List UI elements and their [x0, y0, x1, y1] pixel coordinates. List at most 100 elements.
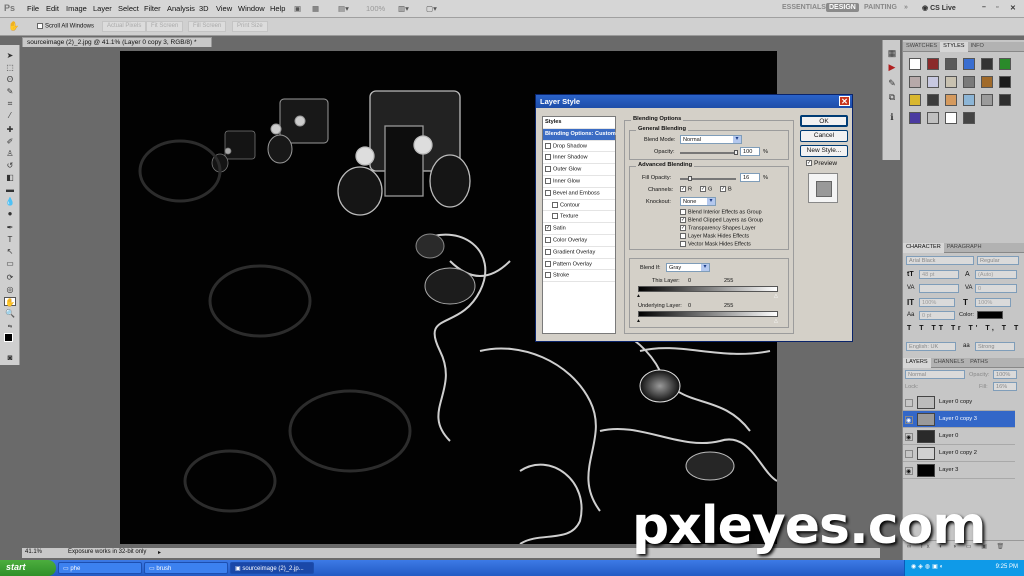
document-tab[interactable]: sourceimage (2)_2.jpg @ 41.1% (Layer 0 c…	[22, 37, 212, 47]
hand-tool-icon[interactable]: ✋	[8, 21, 19, 32]
blend-mode-select[interactable]: Normal	[680, 135, 742, 144]
task-phe[interactable]: ▭ phe	[58, 562, 142, 574]
tab-character[interactable]: CHARACTER	[903, 243, 944, 253]
task-brush[interactable]: ▭ brush	[144, 562, 228, 574]
vertical-scale-field[interactable]: 100%	[919, 298, 955, 307]
move-tool-icon[interactable]: ➤	[4, 51, 16, 60]
tab-channels[interactable]: CHANNELS	[931, 358, 967, 368]
text-color-swatch[interactable]	[977, 311, 1003, 319]
quick-mask-icon[interactable]: ◙	[4, 353, 16, 362]
style-swatch[interactable]	[999, 94, 1011, 106]
dodge-tool-icon[interactable]: ●	[4, 209, 16, 218]
zoom-level[interactable]: 100%	[366, 4, 385, 13]
style-item[interactable]: Inner Glow	[543, 176, 615, 188]
visibility-eye-icon[interactable]	[905, 450, 913, 458]
menu-filter[interactable]: Filter	[144, 4, 161, 13]
style-swatch[interactable]	[909, 112, 921, 124]
close-window-icon[interactable]: ✕	[1010, 4, 1016, 12]
menu-edit[interactable]: Edit	[46, 4, 59, 13]
leading-field[interactable]: (Auto)	[975, 270, 1017, 279]
layer-row[interactable]: ◉ Layer 0	[903, 428, 1015, 445]
style-item[interactable]: Gradient Overlay	[543, 247, 615, 259]
style-item[interactable]: Bevel and Emboss	[543, 188, 615, 200]
tray-icons[interactable]: ◉◈◍▣◐	[911, 563, 945, 570]
slider-white-thumb[interactable]: △	[774, 293, 778, 299]
menu-view[interactable]: View	[216, 4, 232, 13]
style-item[interactable]: Drop Shadow	[543, 141, 615, 153]
style-swatch[interactable]	[927, 76, 939, 88]
stamp-tool-icon[interactable]: ♙	[4, 149, 16, 158]
language-select[interactable]: English: UK	[906, 342, 956, 351]
menu-window[interactable]: Window	[238, 4, 265, 13]
tab-swatches[interactable]: SWATCHES	[903, 42, 940, 52]
tab-layers[interactable]: LAYERS	[903, 358, 931, 368]
actions-icon[interactable]: ▶	[887, 62, 897, 72]
scroll-all-windows-checkbox[interactable]: Scroll All Windows	[37, 23, 94, 30]
channel-b-checkbox[interactable]: ✓ B	[720, 186, 732, 192]
blur-tool-icon[interactable]: 💧	[4, 197, 16, 206]
text-style-buttons[interactable]: T T TT Tr T' T, T T	[907, 325, 1021, 332]
style-swatch[interactable]	[945, 76, 957, 88]
mini-bridge-icon[interactable]: ▦	[312, 4, 319, 13]
restore-icon[interactable]: ▫	[996, 4, 998, 11]
workspace-essentials[interactable]: ESSENTIALS	[782, 4, 826, 11]
style-item[interactable]: Outer Glow	[543, 164, 615, 176]
fill-opacity-field[interactable]: 16	[740, 173, 760, 182]
minimize-icon[interactable]: –	[982, 4, 986, 11]
visibility-eye-icon[interactable]: ◉	[905, 467, 913, 475]
fill-opacity-slider-thumb[interactable]	[688, 176, 692, 181]
bridge-icon[interactable]: ▣	[294, 4, 301, 13]
slider-black-thumb[interactable]: ▲	[636, 293, 641, 299]
kerning-field[interactable]	[919, 284, 959, 293]
menu-layer[interactable]: Layer	[93, 4, 112, 13]
style-swatch[interactable]	[945, 94, 957, 106]
underlying-layer-gradient-slider[interactable]	[638, 311, 778, 317]
layer-row[interactable]: ◉ Layer 3	[903, 462, 1015, 479]
history-icon[interactable]: ▦	[887, 48, 897, 58]
slider-black-thumb[interactable]: ▲	[636, 318, 641, 324]
dialog-titlebar[interactable]: Layer Style ✕	[536, 95, 852, 108]
fill-screen-button[interactable]: Fill Screen	[188, 21, 227, 32]
zoom-readout[interactable]: 41.1%	[25, 549, 42, 555]
advanced-checkbox[interactable]: ✓ Blend Clipped Layers as Group	[680, 217, 788, 225]
menu-file[interactable]: File	[27, 4, 39, 13]
tab-paragraph[interactable]: PARAGRAPH	[944, 243, 985, 253]
layer-opacity-field[interactable]: 100%	[993, 370, 1017, 379]
close-icon[interactable]: ✕	[839, 96, 850, 106]
advanced-checkbox[interactable]: Vector Mask Hides Effects	[680, 241, 788, 249]
brush-tool-icon[interactable]: ✐	[4, 137, 16, 146]
style-swatch[interactable]	[927, 58, 939, 70]
hand-tool-icon[interactable]: ✋	[4, 297, 16, 307]
lasso-tool-icon[interactable]: ʘ	[4, 75, 16, 84]
style-swatch[interactable]	[981, 76, 993, 88]
healing-tool-icon[interactable]: ✚	[4, 125, 16, 134]
history-brush-icon[interactable]: ↺	[4, 161, 16, 170]
tracking-field[interactable]: 0	[975, 284, 1017, 293]
this-layer-gradient-slider[interactable]	[638, 286, 778, 292]
workspace-design[interactable]: DESIGN	[826, 3, 859, 12]
eraser-tool-icon[interactable]: ◧	[4, 173, 16, 182]
cs-live-button[interactable]: ◉ CS Live	[922, 4, 956, 12]
style-swatch[interactable]	[999, 76, 1011, 88]
style-swatch[interactable]	[963, 76, 975, 88]
print-size-button[interactable]: Print Size	[232, 21, 268, 32]
menu-analysis[interactable]: Analysis	[167, 4, 195, 13]
advanced-checkbox[interactable]: Blend Interior Effects as Group	[680, 209, 788, 217]
pen-tool-icon[interactable]: ✒	[4, 223, 16, 232]
type-tool-icon[interactable]: T	[4, 235, 16, 244]
style-item[interactable]: Color Overlay	[543, 235, 615, 247]
ok-button[interactable]: OK	[800, 115, 848, 127]
opacity-field[interactable]: 100	[740, 147, 760, 156]
style-swatch[interactable]	[927, 94, 939, 106]
arrange-icon[interactable]: ▤▾	[338, 4, 349, 13]
screen-mode-icon[interactable]: ▢▾	[426, 4, 437, 13]
layer-row[interactable]: Layer 0 copy 2	[903, 445, 1015, 462]
menu-image[interactable]: Image	[66, 4, 87, 13]
clock[interactable]: 9:25 PM	[996, 564, 1018, 570]
style-item[interactable]: Pattern Overlay	[543, 259, 615, 271]
style-swatch[interactable]	[963, 112, 975, 124]
knockout-select[interactable]: None	[680, 197, 716, 206]
marquee-tool-icon[interactable]: ⬚	[4, 63, 16, 72]
style-swatch[interactable]	[945, 112, 957, 124]
antialias-select[interactable]: Strong	[975, 342, 1015, 351]
